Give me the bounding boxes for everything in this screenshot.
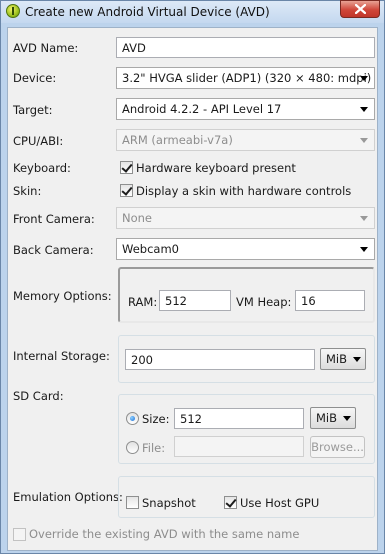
vm-heap-input[interactable]: 16 [295, 290, 365, 311]
dropdown-arrow-icon [360, 216, 368, 221]
vm-heap-label: VM Heap: [236, 295, 292, 309]
sd-size-input[interactable]: 512 [174, 408, 304, 429]
device-select[interactable]: 3.2" HVGA slider (ADP1) (320 × 480: mdpi… [116, 67, 375, 89]
android-sdk-icon [6, 4, 20, 18]
host-gpu-checkbox[interactable] [224, 496, 237, 509]
host-gpu-label[interactable]: Use Host GPU [240, 496, 319, 510]
close-button[interactable] [340, 0, 380, 18]
window-title: Create new Android Virtual Device (AVD) [25, 5, 270, 19]
cpu-abi-label: CPU/ABI: [13, 134, 64, 148]
emulation-options-label: Emulation Options: [13, 490, 123, 504]
sd-size-unit-select[interactable]: MiB [310, 407, 356, 429]
sd-file-label[interactable]: File: [142, 441, 165, 455]
target-label: Target: [13, 103, 53, 117]
cpu-abi-select[interactable]: ARM (armeabi-v7a) [116, 129, 375, 151]
keyboard-checkbox[interactable] [120, 161, 133, 174]
title-bar[interactable]: Create new Android Virtual Device (AVD) [1, 0, 384, 23]
memory-options-label: Memory Options: [13, 289, 112, 303]
skin-checkbox[interactable] [120, 184, 133, 197]
ram-label: RAM: [128, 295, 158, 309]
close-icon [355, 4, 366, 14]
keyboard-option-label[interactable]: Hardware keyboard present [136, 161, 296, 175]
dropdown-arrow-icon [360, 247, 368, 252]
browse-button[interactable]: Browse... [310, 436, 365, 458]
sd-size-unit: MiB [316, 411, 338, 425]
back-camera-label: Back Camera: [13, 243, 94, 257]
cpu-abi-value: ARM (armeabi-v7a) [122, 133, 233, 147]
sd-size-label[interactable]: Size: [142, 412, 169, 426]
internal-storage-label: Internal Storage: [13, 349, 110, 363]
front-camera-select[interactable]: None [116, 207, 375, 229]
sd-card-label: SD Card: [13, 389, 64, 403]
skin-option-label[interactable]: Display a skin with hardware controls [136, 184, 351, 198]
avd-name-label: AVD Name: [13, 41, 79, 55]
avd-dialog-window: Create new Android Virtual Device (AVD) … [0, 0, 385, 554]
skin-label: Skin: [13, 184, 42, 198]
snapshot-label[interactable]: Snapshot [142, 496, 196, 510]
device-label: Device: [13, 71, 57, 85]
override-checkbox[interactable] [13, 528, 26, 541]
avd-name-input[interactable]: AVD [116, 37, 375, 58]
snapshot-checkbox[interactable] [126, 496, 139, 509]
ram-input[interactable]: 512 [159, 290, 231, 311]
sd-size-radio[interactable] [126, 412, 139, 425]
target-select[interactable]: Android 4.2.2 - API Level 17 [116, 98, 375, 120]
internal-storage-unit-select[interactable]: MiB [320, 348, 366, 370]
dropdown-arrow-icon [353, 357, 361, 362]
front-camera-label: Front Camera: [13, 212, 95, 226]
back-camera-value: Webcam0 [122, 242, 179, 256]
dialog-content: AVD Name: AVD Device: 3.2" HVGA slider (… [7, 27, 378, 551]
dropdown-arrow-icon [360, 107, 368, 112]
dropdown-arrow-icon [360, 138, 368, 143]
device-value: 3.2" HVGA slider (ADP1) (320 × 480: mdpi… [122, 71, 372, 85]
sd-file-radio[interactable] [126, 441, 139, 454]
internal-storage-input[interactable]: 200 [125, 349, 315, 370]
target-value: Android 4.2.2 - API Level 17 [122, 102, 282, 116]
front-camera-value: None [122, 211, 153, 225]
dropdown-arrow-icon [360, 76, 368, 81]
dropdown-arrow-icon [343, 416, 351, 421]
override-label[interactable]: Override the existing AVD with the same … [29, 527, 299, 541]
internal-storage-unit: MiB [326, 352, 348, 366]
back-camera-select[interactable]: Webcam0 [116, 238, 375, 260]
sd-file-input[interactable] [174, 436, 304, 457]
keyboard-label: Keyboard: [13, 161, 71, 175]
